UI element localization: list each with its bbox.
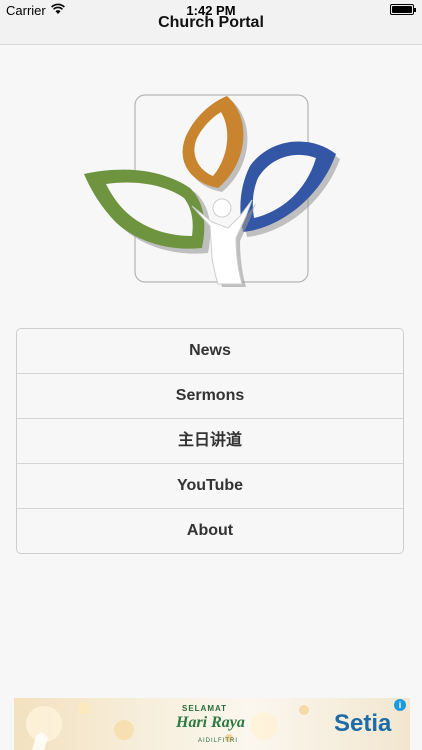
ad-brand-logo: Setia (334, 710, 392, 737)
ad-selamat-text: SELAMAT (182, 704, 228, 713)
main-menu: News Sermons 主日讲道 YouTube About (16, 328, 404, 554)
menu-item-youtube[interactable]: YouTube (17, 464, 403, 509)
ad-aidilfitri-text: AIDILFITRI (198, 738, 239, 744)
menu-item-news[interactable]: News (17, 329, 403, 374)
ad-banner[interactable]: SELAMAT Hari Raya AIDILFITRI Setia i ✕ (14, 698, 410, 750)
menu-item-about[interactable]: About (17, 509, 403, 553)
navigation-bar: Carrier 1:42 PM Church Portal (0, 0, 422, 45)
info-icon[interactable]: i (394, 699, 406, 711)
page-title: Church Portal (158, 14, 264, 31)
ad-hari-raya-text: Hari Raya (176, 714, 245, 731)
menu-item-sunday-sermon[interactable]: 主日讲道 (17, 419, 403, 464)
menu-item-sermons[interactable]: Sermons (17, 374, 403, 419)
church-logo (84, 94, 340, 287)
